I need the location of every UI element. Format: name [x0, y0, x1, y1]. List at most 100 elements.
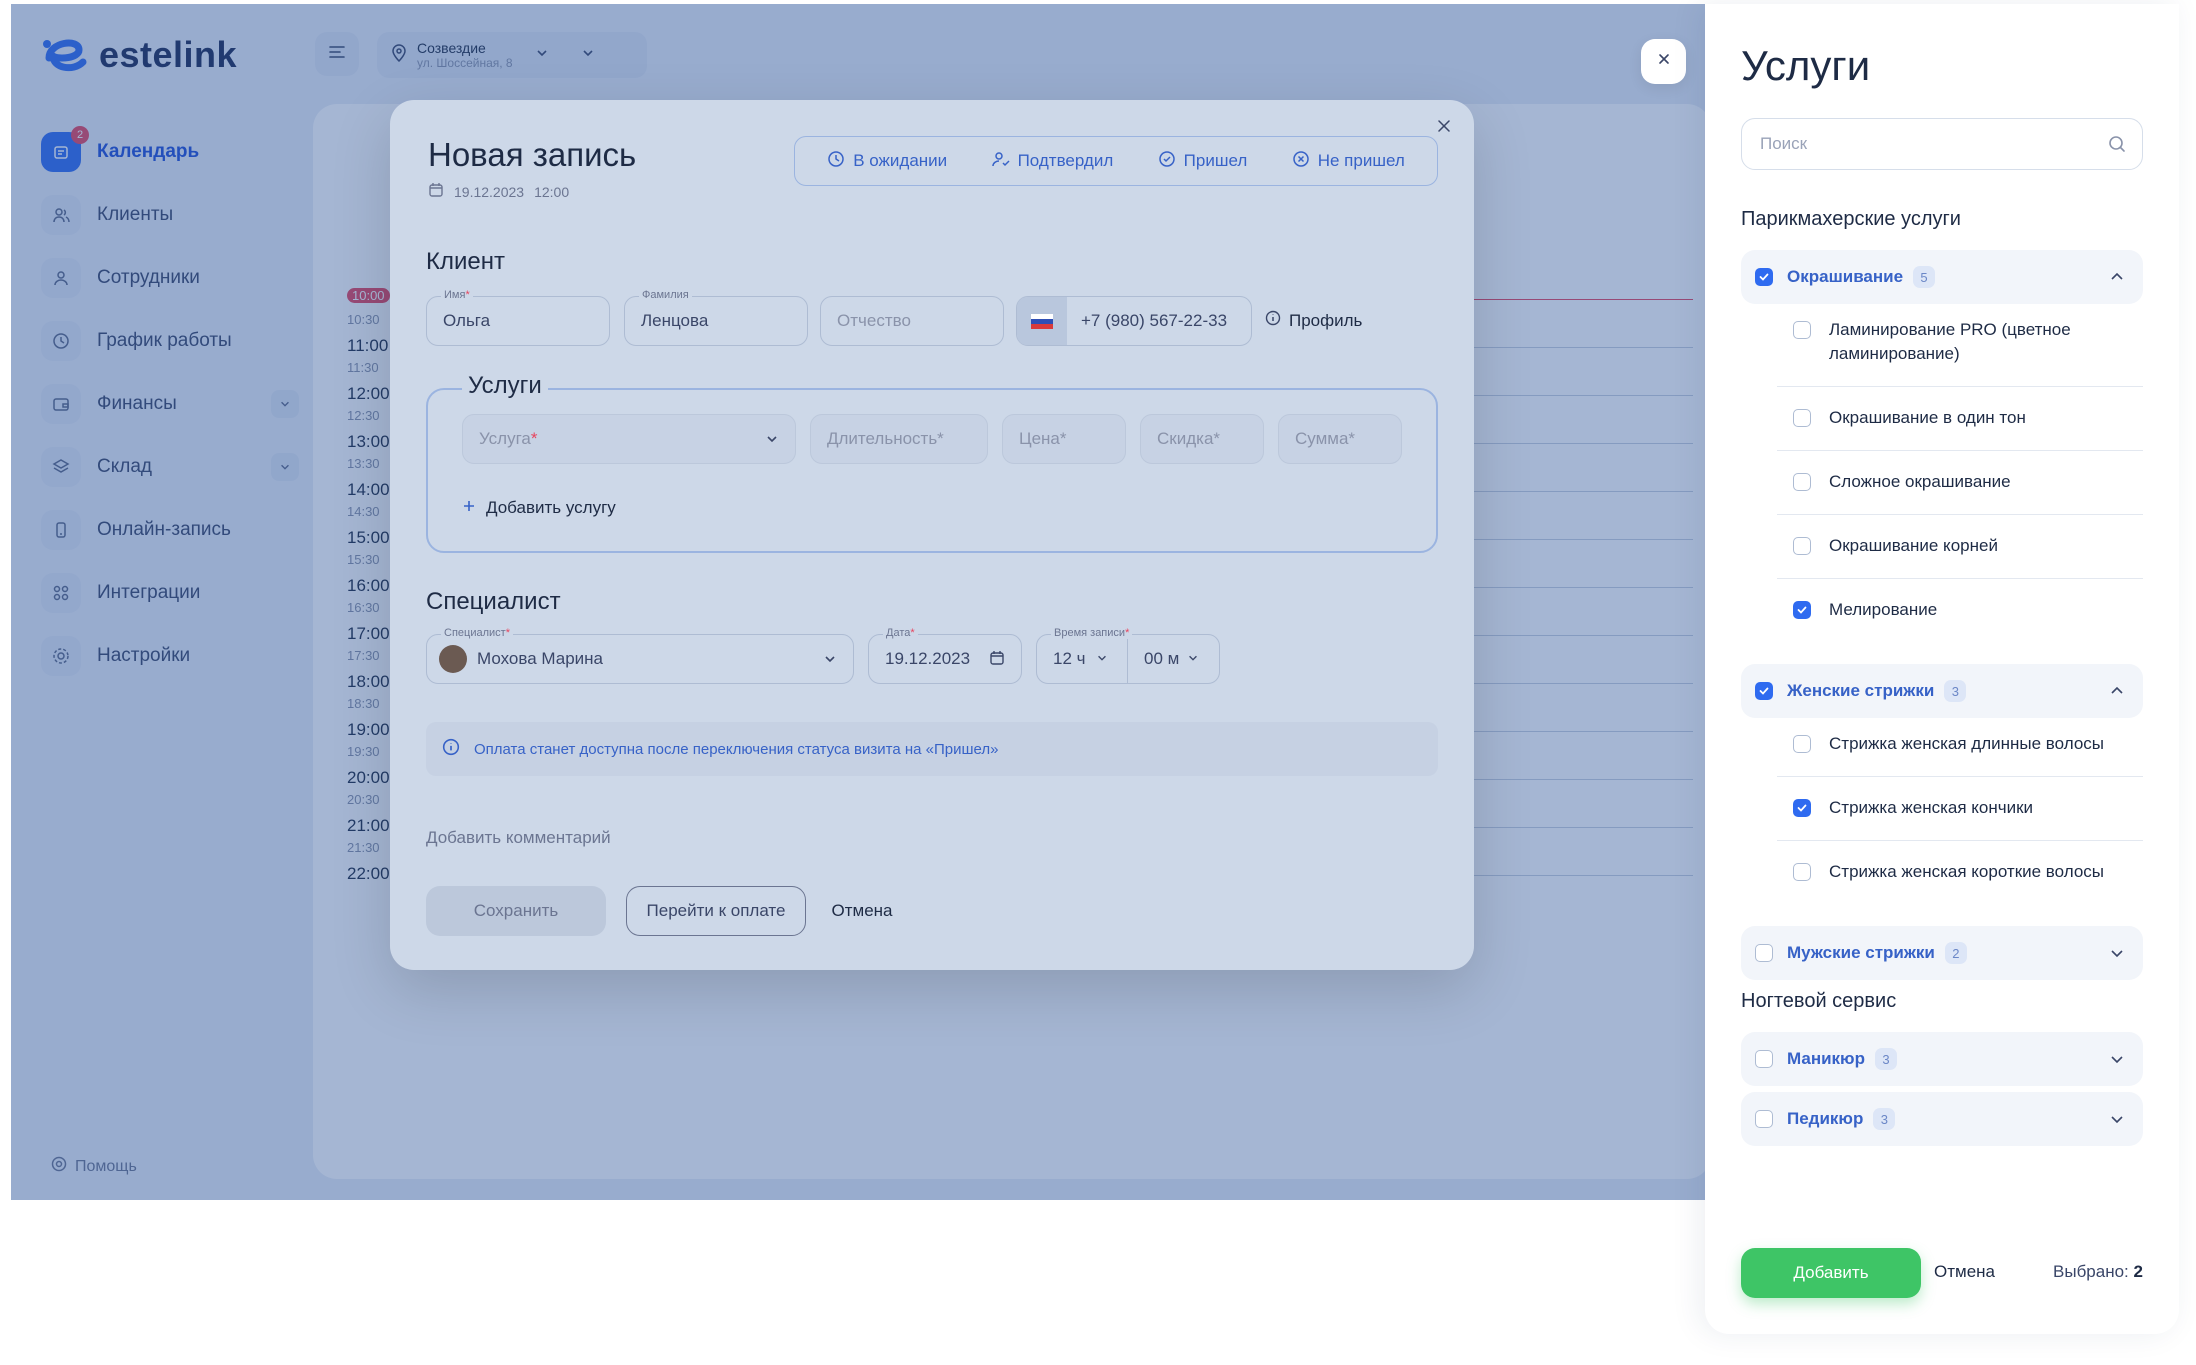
service-name: Стрижка женская длинные волосы [1829, 734, 2104, 753]
category-count: 5 [1913, 266, 1936, 288]
service-name: Мелирование [1829, 600, 1938, 619]
specialist-select[interactable]: Специалист* Мохова Марина [426, 627, 854, 684]
service-category[interactable]: Педикюр 3 [1741, 1092, 2143, 1146]
profile-link[interactable]: Профиль [1265, 310, 1362, 331]
search-input[interactable]: Поиск [1741, 118, 2143, 170]
service-name: Сложное окрашивание [1829, 472, 2011, 491]
modal-close-button[interactable] [1432, 116, 1456, 140]
add-comment-link[interactable]: Добавить комментарий [426, 828, 611, 848]
duration-field[interactable]: Длительность* [810, 414, 988, 464]
close-icon [1437, 119, 1451, 138]
services-panel: Услуги Поиск Парикмахерские услуги Окраши… [1705, 4, 2179, 1334]
service-category[interactable]: Окрашивание 5 [1741, 250, 2143, 304]
check-circle-icon [1158, 150, 1176, 173]
service-name: Стрижка женская короткие волосы [1829, 862, 2105, 881]
first-name-field[interactable]: Имя* Ольга [426, 289, 610, 346]
status-waiting[interactable]: В ожидании [827, 150, 947, 173]
avatar [439, 645, 467, 673]
service-category[interactable]: Мужские стрижки 2 [1741, 926, 2143, 980]
time-field: Время записи* 12 ч 00 м [1036, 627, 1220, 684]
cancel-button[interactable]: Отмена [822, 886, 902, 936]
service-item[interactable]: Окрашивание в один тон [1741, 406, 2143, 430]
divider [1777, 840, 2143, 841]
middle-name-field[interactable]: Отчество [820, 296, 1004, 346]
calendar-icon [989, 650, 1005, 671]
service-item[interactable]: Ламинирование PRO (цветное ламинирование… [1741, 318, 2143, 366]
specialist-heading: Специалист [426, 588, 561, 615]
minutes-select[interactable]: 00 м [1128, 635, 1219, 683]
category-name: Окрашивание [1787, 267, 1904, 286]
chevron-down-icon [1187, 649, 1199, 669]
clock-icon [827, 150, 845, 173]
service-checkbox[interactable] [1793, 537, 1811, 555]
chevron-down-icon[interactable] [2107, 1109, 2127, 1129]
date-field[interactable]: Дата* 19.12.2023 [868, 627, 1022, 684]
category-name: Маникюр [1787, 1049, 1865, 1068]
modal-title: Новая запись [428, 136, 637, 173]
chevron-down-icon [1096, 649, 1108, 669]
divider [1777, 450, 2143, 451]
chevron-down-icon [765, 431, 779, 451]
category-count: 3 [1873, 1108, 1896, 1130]
chevron-down-icon[interactable] [2107, 1049, 2127, 1069]
x-circle-icon [1292, 150, 1310, 173]
category-name: Мужские стрижки [1787, 943, 1935, 962]
panel-title: Услуги [1741, 42, 1871, 89]
save-button[interactable]: Сохранить [426, 886, 606, 936]
panel-close-button[interactable] [1641, 39, 1686, 84]
category-checkbox[interactable] [1755, 1110, 1773, 1128]
selected-count: Выбрано: 2 [2053, 1262, 2143, 1281]
status-confirmed[interactable]: Подтвердил [991, 150, 1113, 173]
plus-icon [462, 498, 476, 518]
service-item[interactable]: Стрижка женская длинные волосы [1741, 732, 2143, 756]
services-section [426, 388, 1438, 553]
category-checkbox[interactable] [1755, 268, 1773, 286]
status-selector: В ожидании Подтвердил Пришел Не пришел [794, 136, 1438, 186]
last-name-field[interactable]: Фамилия Ленцова [624, 289, 808, 346]
service-item[interactable]: Стрижка женская короткие волосы [1741, 860, 2143, 884]
sum-field[interactable]: Сумма* [1278, 414, 1402, 464]
divider [1777, 514, 2143, 515]
category-checkbox[interactable] [1755, 944, 1773, 962]
category-checkbox[interactable] [1755, 1050, 1773, 1068]
info-icon [442, 738, 460, 760]
service-checkbox[interactable] [1793, 601, 1811, 619]
service-item[interactable]: Стрижка женская кончики [1741, 796, 2143, 820]
chevron-down-icon[interactable] [2107, 943, 2127, 963]
service-checkbox[interactable] [1793, 735, 1811, 753]
calendar-icon [428, 182, 444, 201]
service-item[interactable]: Сложное окрашивание [1741, 470, 2143, 494]
service-category[interactable]: Маникюр 3 [1741, 1032, 2143, 1086]
client-heading: Клиент [426, 248, 505, 275]
phone-field[interactable]: +7 (980) 567-22-33 [1016, 296, 1252, 346]
service-group-heading: Парикмахерские услуги [1741, 208, 1961, 230]
go-to-payment-button[interactable]: Перейти к оплате [626, 886, 806, 936]
add-button[interactable]: Добавить [1741, 1248, 1921, 1298]
info-icon [1265, 310, 1281, 331]
service-checkbox[interactable] [1793, 473, 1811, 491]
service-item[interactable]: Мелирование [1741, 598, 2143, 622]
discount-field[interactable]: Скидка* [1140, 414, 1264, 464]
chevron-up-icon[interactable] [2107, 681, 2127, 701]
services-heading: Услуги [462, 372, 548, 400]
chevron-up-icon[interactable] [2107, 267, 2127, 287]
add-service-button[interactable]: Добавить услугу [462, 498, 616, 518]
service-select[interactable]: Услуга * [462, 414, 796, 464]
service-checkbox[interactable] [1793, 863, 1811, 881]
category-count: 2 [1944, 942, 1967, 964]
service-checkbox[interactable] [1793, 409, 1811, 427]
new-appointment-modal: Новая запись 19.12.2023 12:00 В ожидании… [390, 100, 1474, 970]
status-no-show[interactable]: Не пришел [1292, 150, 1405, 173]
status-arrived[interactable]: Пришел [1158, 150, 1247, 173]
category-count: 3 [1944, 680, 1967, 702]
service-item[interactable]: Окрашивание корней [1741, 534, 2143, 558]
country-flag-ru-icon[interactable] [1017, 297, 1067, 345]
service-checkbox[interactable] [1793, 799, 1811, 817]
category-checkbox[interactable] [1755, 682, 1773, 700]
panel-cancel-button[interactable]: Отмена [1934, 1262, 1995, 1282]
price-field[interactable]: Цена* [1002, 414, 1126, 464]
service-checkbox[interactable] [1793, 321, 1811, 339]
hours-select[interactable]: 12 ч [1037, 635, 1128, 683]
category-name: Женские стрижки [1787, 681, 1935, 700]
service-category[interactable]: Женские стрижки 3 [1741, 664, 2143, 718]
